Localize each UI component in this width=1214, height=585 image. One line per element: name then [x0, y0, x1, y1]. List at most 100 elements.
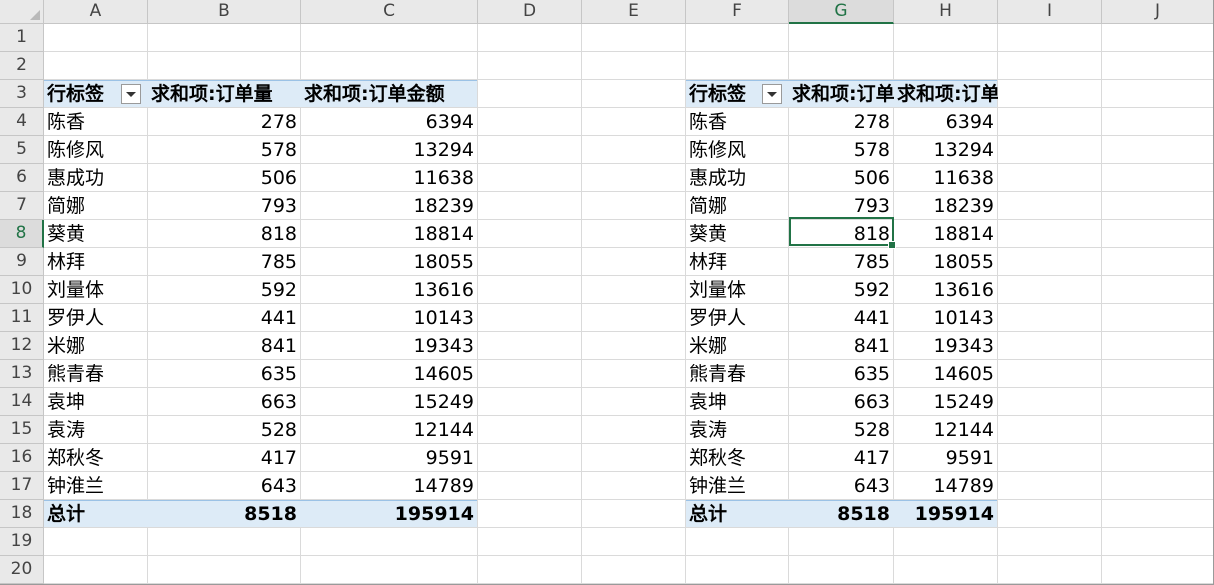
- pivot-right-cell[interactable]: 6394: [894, 108, 998, 136]
- pivot-right-cell[interactable]: 18814: [894, 220, 998, 248]
- pivot-right-cell[interactable]: 熊青春: [686, 360, 789, 388]
- pivot-right-cell[interactable]: 9591: [894, 444, 998, 472]
- pivot-right-cell[interactable]: 278: [789, 108, 894, 136]
- pivot-right-cell[interactable]: 528: [789, 416, 894, 444]
- row-header-17[interactable]: 17: [0, 472, 44, 500]
- pivot-left-header-2[interactable]: 求和项:订单金额: [301, 80, 478, 108]
- pivot-right-cell[interactable]: 643: [789, 472, 894, 500]
- select-all-corner[interactable]: [0, 0, 44, 24]
- pivot-left-cell[interactable]: 18055: [301, 248, 478, 276]
- pivot-right-cell[interactable]: 13616: [894, 276, 998, 304]
- pivot-left-cell[interactable]: 林拜: [44, 248, 148, 276]
- row-header-15[interactable]: 15: [0, 416, 44, 444]
- pivot-left-cell[interactable]: 12144: [301, 416, 478, 444]
- pivot-left-cell[interactable]: 米娜: [44, 332, 148, 360]
- pivot-right-cell[interactable]: 785: [789, 248, 894, 276]
- row-header-19[interactable]: 19: [0, 528, 44, 556]
- pivot-left-cell[interactable]: 袁涛: [44, 416, 148, 444]
- pivot-right-cell[interactable]: 刘量体: [686, 276, 789, 304]
- pivot-right-cell[interactable]: 葵黄: [686, 220, 789, 248]
- pivot-right-cell[interactable]: 袁涛: [686, 416, 789, 444]
- pivot-left-cell[interactable]: 441: [148, 304, 301, 332]
- pivot-left-cell[interactable]: 13616: [301, 276, 478, 304]
- pivot-left-cell[interactable]: 417: [148, 444, 301, 472]
- row-header-20[interactable]: 20: [0, 556, 44, 584]
- pivot-right-row-label-filter-dropdown[interactable]: [762, 84, 782, 104]
- pivot-left-cell[interactable]: 578: [148, 136, 301, 164]
- pivot-right-header-1[interactable]: 求和项:订单量: [789, 80, 894, 108]
- pivot-right-cell[interactable]: 惠成功: [686, 164, 789, 192]
- pivot-right-cell[interactable]: 13294: [894, 136, 998, 164]
- pivot-right-cell[interactable]: 506: [789, 164, 894, 192]
- pivot-right-cell[interactable]: 592: [789, 276, 894, 304]
- fill-handle[interactable]: [888, 241, 896, 249]
- column-header-a[interactable]: A: [44, 0, 148, 24]
- pivot-left-cell[interactable]: 葵黄: [44, 220, 148, 248]
- pivot-right-cell[interactable]: 14789: [894, 472, 998, 500]
- pivot-left-cell[interactable]: 14605: [301, 360, 478, 388]
- spreadsheet-grid[interactable]: A B C D E F G H I J 1 2 3 4 5 6 7 8 9 10 11 12 13 14 15 16 17 18 19 2…: [0, 0, 1214, 585]
- pivot-left-cell[interactable]: 635: [148, 360, 301, 388]
- pivot-left-cell[interactable]: 郑秋冬: [44, 444, 148, 472]
- pivot-left-cell[interactable]: 熊青春: [44, 360, 148, 388]
- column-header-i[interactable]: I: [998, 0, 1102, 24]
- column-header-e[interactable]: E: [582, 0, 686, 24]
- pivot-right-cell[interactable]: 18055: [894, 248, 998, 276]
- pivot-right-total-cell[interactable]: 8518: [789, 500, 894, 528]
- pivot-right-cell[interactable]: 635: [789, 360, 894, 388]
- pivot-left-cell[interactable]: 9591: [301, 444, 478, 472]
- pivot-left-row-label-filter-dropdown[interactable]: [121, 84, 141, 104]
- pivot-right-cell[interactable]: 郑秋冬: [686, 444, 789, 472]
- pivot-right-cell[interactable]: 441: [789, 304, 894, 332]
- pivot-left-cell[interactable]: 19343: [301, 332, 478, 360]
- row-header-3[interactable]: 3: [0, 80, 44, 108]
- row-header-2[interactable]: 2: [0, 52, 44, 80]
- pivot-right-cell[interactable]: 10143: [894, 304, 998, 332]
- pivot-right-cell[interactable]: 14605: [894, 360, 998, 388]
- pivot-left-cell[interactable]: 18239: [301, 192, 478, 220]
- pivot-left-cell[interactable]: 18814: [301, 220, 478, 248]
- pivot-left-cell[interactable]: 14789: [301, 472, 478, 500]
- column-header-d[interactable]: D: [478, 0, 582, 24]
- column-header-h[interactable]: H: [894, 0, 998, 24]
- pivot-right-cell[interactable]: 18239: [894, 192, 998, 220]
- row-header-18[interactable]: 18: [0, 500, 44, 528]
- pivot-right-cell[interactable]: 15249: [894, 388, 998, 416]
- pivot-left-total-cell[interactable]: 总计: [44, 500, 148, 528]
- pivot-left-cell[interactable]: 钟淮兰: [44, 472, 148, 500]
- pivot-right-cell[interactable]: 417: [789, 444, 894, 472]
- pivot-left-cell[interactable]: 15249: [301, 388, 478, 416]
- pivot-left-cell[interactable]: 592: [148, 276, 301, 304]
- column-header-f[interactable]: F: [686, 0, 789, 24]
- row-header-10[interactable]: 10: [0, 276, 44, 304]
- pivot-left-cell[interactable]: 刘量体: [44, 276, 148, 304]
- row-header-16[interactable]: 16: [0, 444, 44, 472]
- pivot-right-cell[interactable]: 陈香: [686, 108, 789, 136]
- pivot-left-cell[interactable]: 13294: [301, 136, 478, 164]
- pivot-left-cell[interactable]: 793: [148, 192, 301, 220]
- row-header-5[interactable]: 5: [0, 136, 44, 164]
- row-header-6[interactable]: 6: [0, 164, 44, 192]
- pivot-left-total-cell[interactable]: 8518: [148, 500, 301, 528]
- column-header-g[interactable]: G: [789, 0, 894, 24]
- pivot-right-cell[interactable]: 简娜: [686, 192, 789, 220]
- column-header-b[interactable]: B: [148, 0, 301, 24]
- pivot-left-header-1[interactable]: 求和项:订单量: [148, 80, 301, 108]
- pivot-left-cell[interactable]: 陈修风: [44, 136, 148, 164]
- pivot-right-cell[interactable]: 578: [789, 136, 894, 164]
- column-header-j[interactable]: J: [1102, 0, 1213, 24]
- row-header-9[interactable]: 9: [0, 248, 44, 276]
- pivot-left-cell[interactable]: 陈香: [44, 108, 148, 136]
- pivot-right-cell[interactable]: 陈修风: [686, 136, 789, 164]
- pivot-right-cell[interactable]: 663: [789, 388, 894, 416]
- pivot-left-cell[interactable]: 841: [148, 332, 301, 360]
- pivot-left-cell[interactable]: 278: [148, 108, 301, 136]
- row-header-1[interactable]: 1: [0, 24, 44, 52]
- pivot-right-cell[interactable]: 林拜: [686, 248, 789, 276]
- row-header-13[interactable]: 13: [0, 360, 44, 388]
- pivot-left-cell[interactable]: 663: [148, 388, 301, 416]
- pivot-left-cell[interactable]: 罗伊人: [44, 304, 148, 332]
- row-header-8[interactable]: 8: [0, 220, 44, 248]
- column-header-c[interactable]: C: [301, 0, 478, 24]
- pivot-left-cell[interactable]: 528: [148, 416, 301, 444]
